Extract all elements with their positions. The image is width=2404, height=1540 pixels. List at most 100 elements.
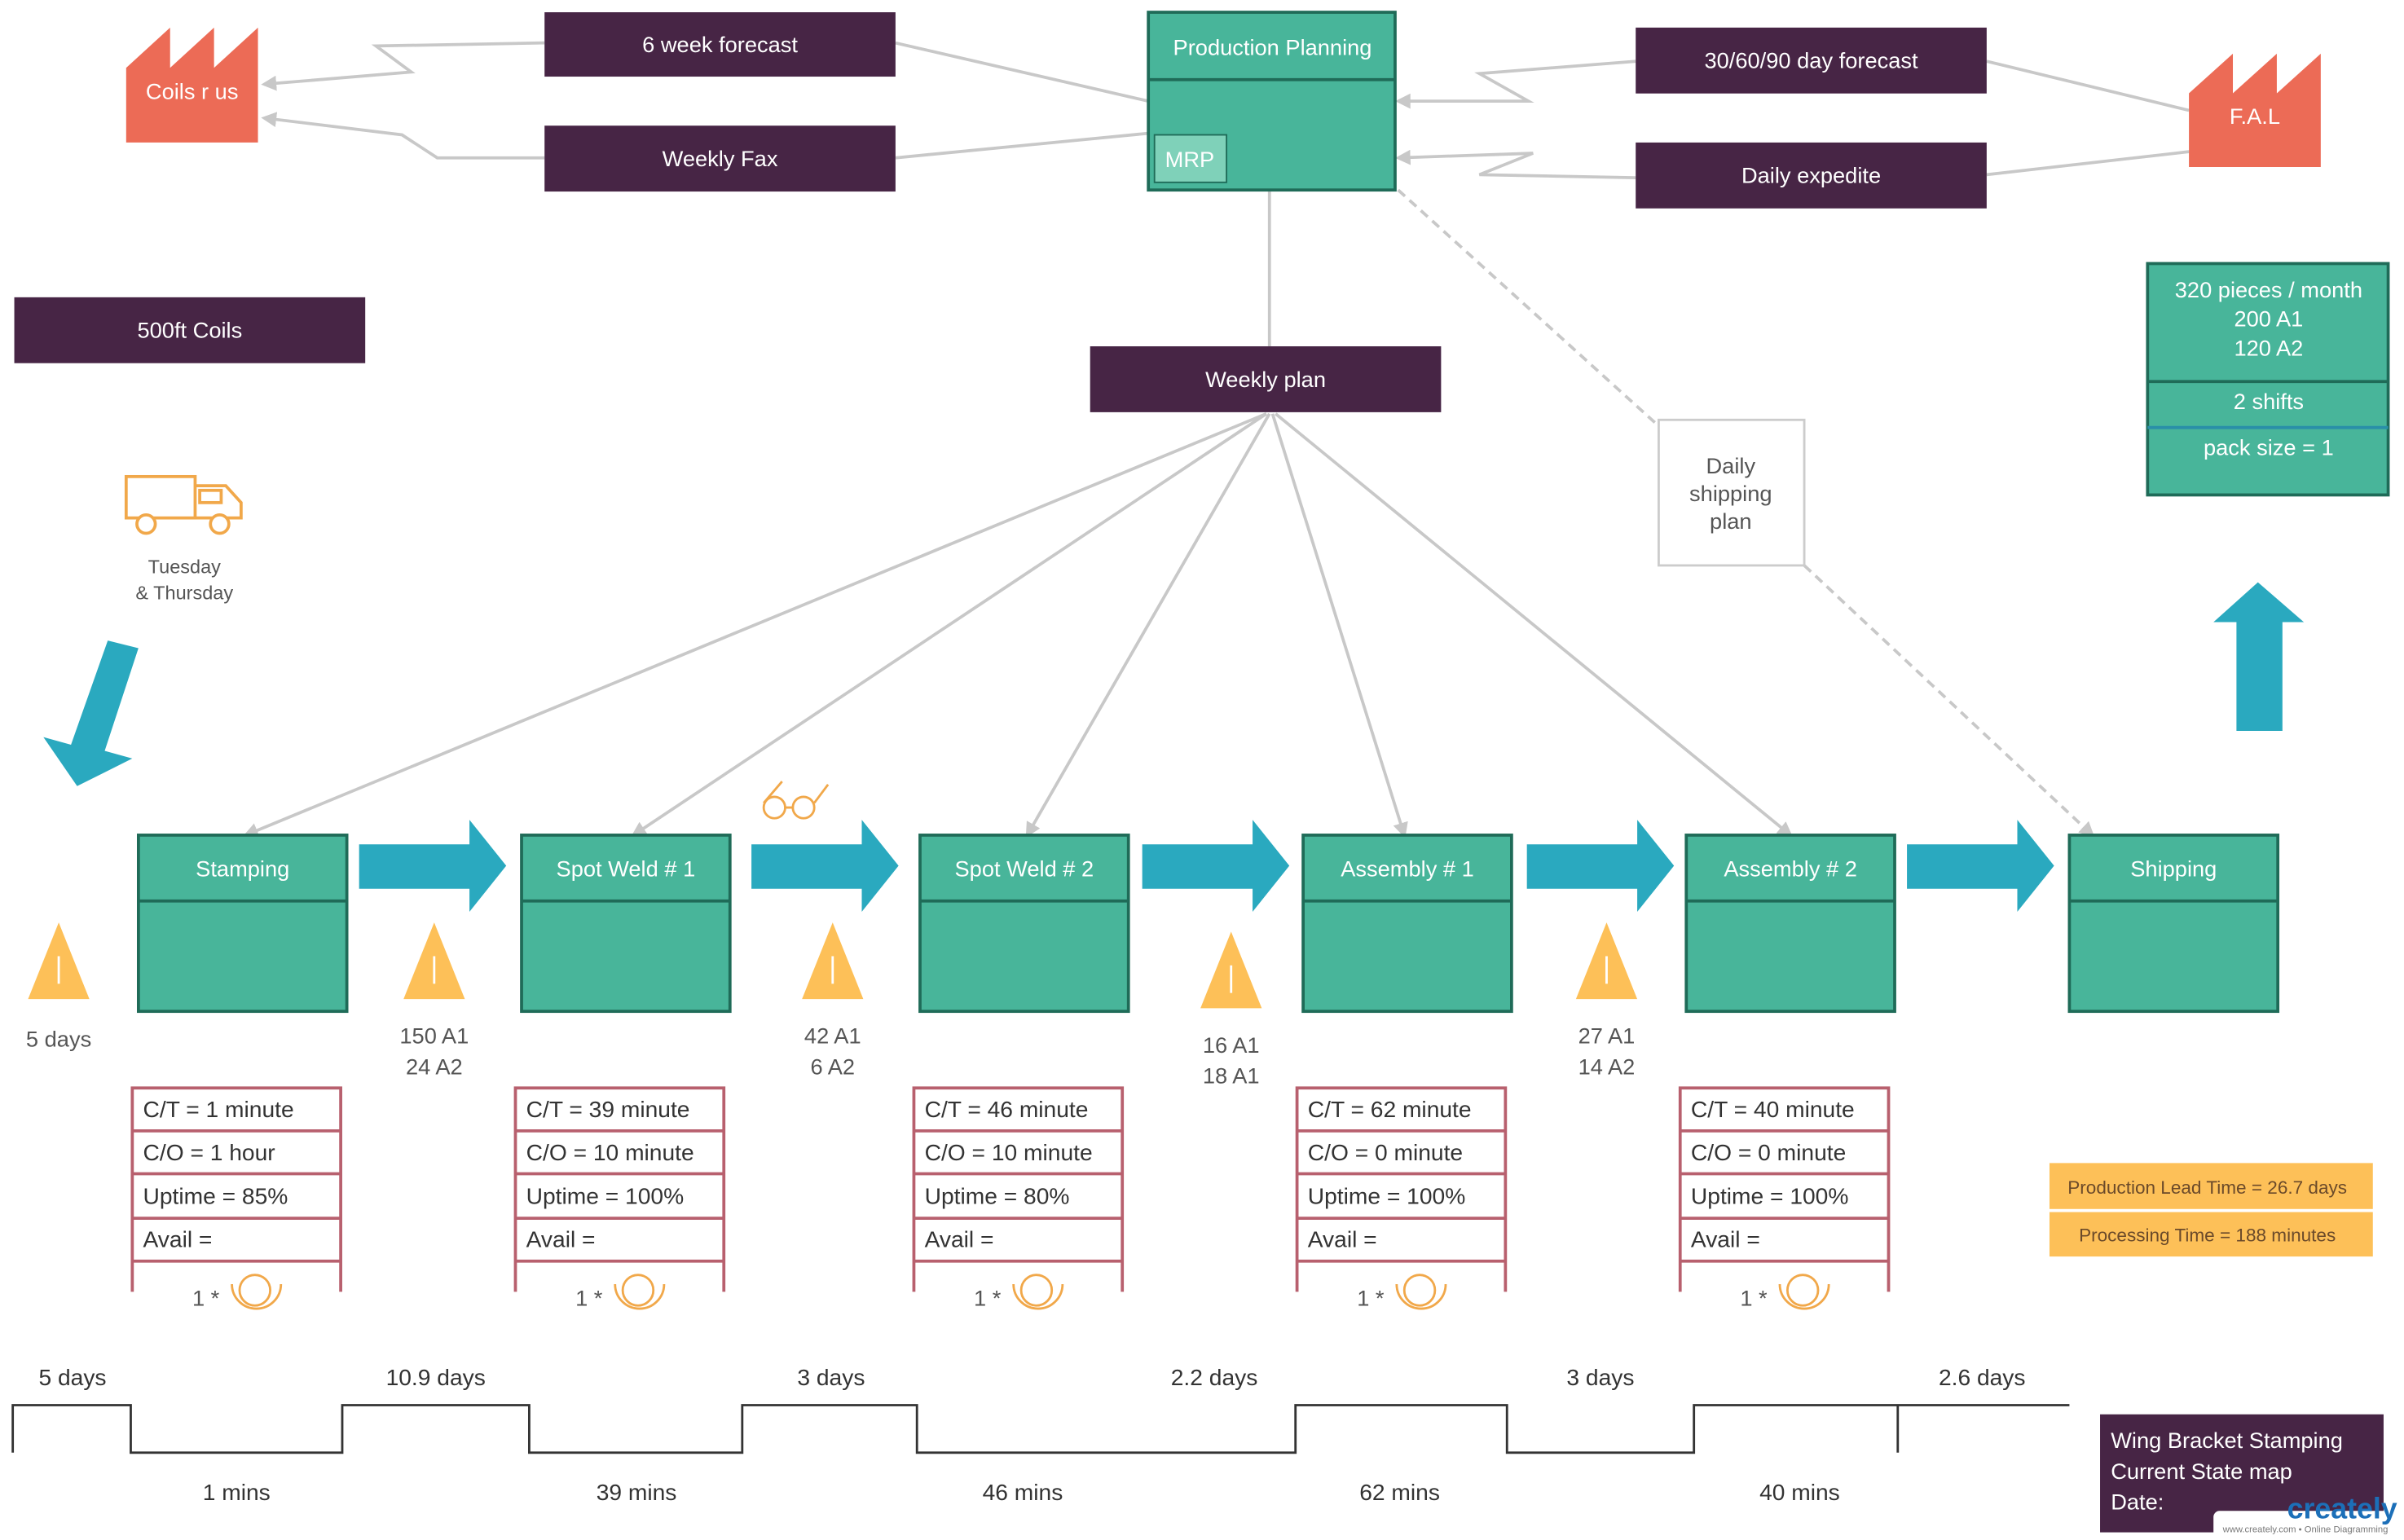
processing-time-label: Processing Time = 188 minutes [2079,1225,2336,1245]
weekly-fax-box-label: Weekly Fax [663,146,778,171]
timeline-wait-time: 3 days [1566,1364,1634,1390]
creately-tagline: www.creately.com • Online Diagramming [2222,1525,2389,1535]
inventory-label: 5 days [26,1026,91,1051]
operator-icon [231,1274,283,1310]
schedule-arrow [243,412,1267,838]
data-box-co: C/O = 1 hour [143,1139,275,1165]
process-name: Assembly # 2 [1724,856,1857,882]
process-name: Spot Weld # 1 [557,856,696,882]
operator-count: 1 * [192,1285,220,1310]
schedule-arrow [1270,413,1408,838]
operator-icon [1778,1274,1830,1310]
inventory-label: 14 A2 [1578,1054,1636,1079]
customer-demand-label: 320 pieces / month [2175,277,2362,302]
data-box-uptime: Uptime = 100% [1308,1182,1466,1208]
info-line [1986,59,2190,112]
electronic-info-arrow [261,112,545,160]
data-box-avail: Avail = [1691,1226,1760,1252]
customer-demand-label: 200 A1 [2234,306,2303,332]
data-box-avail: Avail = [143,1226,213,1252]
timeline-wait-time: 2.2 days [1171,1364,1258,1390]
operator-count: 1 * [974,1285,1002,1310]
push-arrow-icon [1142,820,1290,912]
operator-count: 1 * [1357,1285,1385,1310]
shipment-out-arrow-icon [2213,582,2305,732]
data-box-uptime: Uptime = 85% [143,1182,288,1208]
data-box-ct: C/T = 62 minute [1308,1096,1472,1122]
coils-box-label: 500ft Coils [137,318,242,343]
inventory-label: 18 A1 [1203,1063,1260,1089]
go-see-glasses-icon [762,781,830,820]
operator-icon [614,1274,666,1310]
push-arrow-icon [1907,820,2054,912]
timeline-process-time: 62 mins [1359,1479,1440,1505]
data-box-uptime: Uptime = 80% [925,1182,1070,1208]
timeline-wait-time: 2.6 days [1939,1364,2026,1390]
inventory-label: 42 A1 [804,1023,861,1049]
timeline-process-time: 46 mins [983,1479,1063,1505]
supplier-factory-icon-label: Coils r us [146,78,239,103]
title-box-line: Date: [2111,1489,2164,1514]
truck-icon [124,474,243,535]
operator-count: 1 * [575,1285,603,1310]
data-box-co: C/O = 10 minute [925,1139,1093,1165]
info-line [895,131,1149,160]
schedule-arrow [1025,412,1271,838]
pack-size-label: pack size = 1 [2204,435,2334,460]
timeline-process-time: 39 mins [597,1479,677,1505]
data-box-avail: Avail = [925,1226,994,1252]
lead-time-label: Production Lead Time = 26.7 days [2067,1177,2347,1198]
timeline-ladder [11,1404,2070,1454]
electronic-info-arrow [261,41,545,91]
data-box-ct: C/T = 46 minute [925,1096,1089,1122]
data-box-co: C/O = 0 minute [1308,1139,1463,1165]
timeline-process-time: 40 mins [1759,1479,1840,1505]
push-arrow-icon [1526,820,1675,912]
inventory-label: 6 A2 [810,1054,855,1079]
data-box-avail: Avail = [526,1226,596,1252]
operator-count: 1 * [1740,1285,1768,1310]
schedule-arrow [631,412,1268,838]
value-stream-map: Coils r us F.A.L 6 week forecast Weekly Fax… [11,11,2404,1540]
timeline-wait-time: 3 days [797,1364,865,1390]
data-box-co: C/O = 10 minute [526,1139,694,1165]
daily-shipping-plan-label: plan [1710,508,1752,534]
inventory-label: 150 A1 [399,1023,469,1049]
shipment-day-label: & Thursday [135,582,233,603]
daily-expedite-box-label: Daily expedite [1741,163,1881,188]
forecast-306090-box-label: 30/60/90 day forecast [1704,48,1918,73]
inventory-label: 24 A2 [406,1054,463,1079]
data-box-uptime: Uptime = 100% [1691,1182,1849,1208]
info-line [1986,150,2190,177]
electronic-info-arrow [1394,149,1636,180]
electronic-info-arrow [1394,59,1636,109]
operator-icon [1012,1274,1064,1310]
data-box-ct: C/T = 1 minute [143,1096,294,1122]
daily-shipping-plan-label: shipping [1689,481,1772,506]
weekly-plan-box-label: Weekly plan [1205,367,1326,392]
timeline-wait-time: 10.9 days [386,1364,486,1390]
inventory-label: 16 A1 [1203,1032,1260,1058]
creately-logo: creately [2287,1493,2397,1525]
production-planning-title: Production Planning [1173,35,1372,60]
mrp-label: MRP [1165,147,1215,172]
title-box-line: Wing Bracket Stamping [2111,1428,2343,1453]
shifts-label: 2 shifts [2234,389,2304,414]
process-name: Spot Weld # 2 [955,856,1094,882]
operator-icon [1395,1274,1447,1310]
data-box-avail: Avail = [1308,1226,1377,1252]
shipment-arrow-icon [43,640,139,786]
data-box-ct: C/T = 39 minute [526,1096,690,1122]
title-box-line: Current State map [2111,1459,2292,1484]
process-name: Assembly # 1 [1341,856,1474,882]
timeline-wait-time: 5 days [38,1364,106,1390]
data-box-ct: C/T = 40 minute [1691,1096,1855,1122]
daily-shipping-plan-label: Daily [1706,453,1756,478]
process-name: Shipping [2130,856,2217,882]
process-name: Stamping [196,856,289,882]
six-week-forecast-box-label: 6 week forecast [642,32,798,57]
customer-factory-icon-label: F.A.L [2230,103,2280,129]
customer-demand-label: 120 A2 [2234,335,2303,360]
inventory-label: 27 A1 [1578,1023,1636,1049]
schedule-dashed [1803,564,2095,838]
